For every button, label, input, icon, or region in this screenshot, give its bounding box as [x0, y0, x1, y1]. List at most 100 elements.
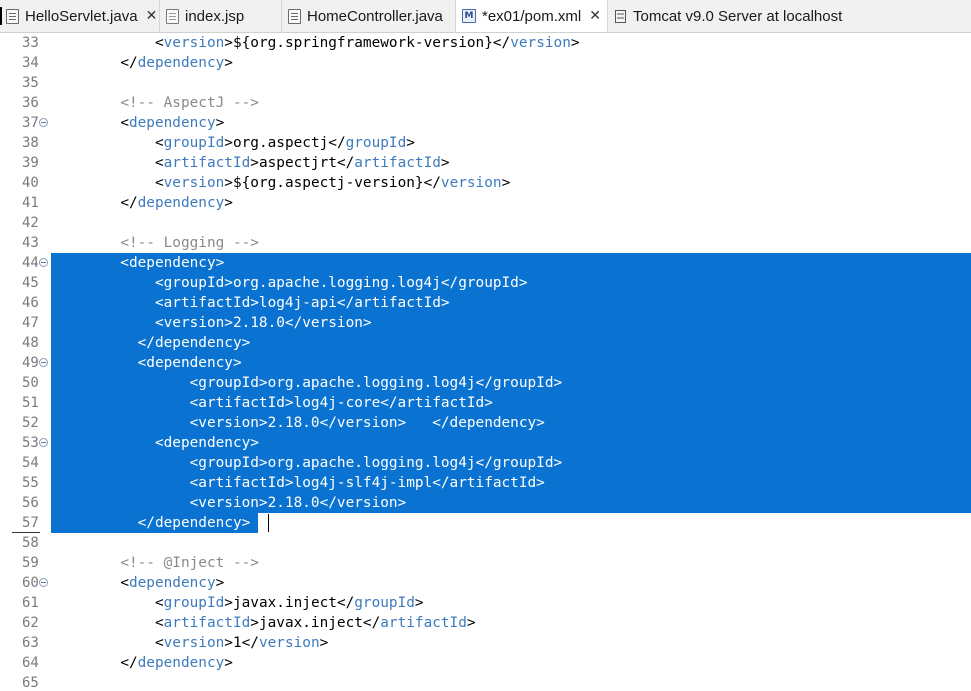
code-line[interactable]: 62 <artifactId>javax.inject</artifactId>	[0, 613, 971, 633]
code-text: <groupId>org.apache.logging.log4j</group…	[51, 275, 528, 291]
xml-source-editor[interactable]: 33 <version>${org.springframework-versio…	[0, 33, 971, 691]
code-text: <version>2.18.0</version>	[51, 315, 372, 331]
code-line[interactable]: 58	[0, 533, 971, 553]
line-gutter: 35	[0, 73, 51, 93]
line-number: 43	[22, 235, 39, 251]
code-line[interactable]: 59 <!-- @Inject -->	[0, 553, 971, 573]
line-gutter: 38	[0, 133, 51, 153]
code-line[interactable]: 65	[0, 673, 971, 691]
fold-collapse-icon[interactable]	[39, 118, 48, 127]
line-gutter: 41	[0, 193, 51, 213]
line-number: 45	[22, 275, 39, 291]
code-line[interactable]: 60 <dependency>	[0, 573, 971, 593]
line-gutter: 63	[0, 633, 51, 653]
code-line[interactable]: 53 <dependency>	[0, 433, 971, 453]
tab-label: HomeController.java	[307, 7, 443, 25]
code-text: </dependency>	[51, 335, 251, 351]
line-gutter: 39	[0, 153, 51, 173]
line-number: 35	[22, 75, 39, 91]
line-gutter: 37	[0, 113, 51, 133]
fold-collapse-icon[interactable]	[39, 258, 48, 267]
line-number: 47	[22, 315, 39, 331]
code-text: <version>${org.aspectj-version}</version…	[154, 175, 511, 191]
line-number: 40	[22, 175, 39, 191]
code-line[interactable]: 64 </dependency>	[0, 653, 971, 673]
line-number: 38	[22, 135, 39, 151]
line-gutter: 36	[0, 93, 51, 113]
code-line[interactable]: 44 <dependency>	[0, 253, 971, 273]
code-line[interactable]: 54 <groupId>org.apache.logging.log4j</gr…	[0, 453, 971, 473]
code-line[interactable]: 56 <version>2.18.0</version>	[0, 493, 971, 513]
code-text: <artifactId>log4j-core</artifactId>	[51, 395, 493, 411]
code-line[interactable]: 39 <artifactId>aspectjrt</artifactId>	[0, 153, 971, 173]
jsp-file-icon	[166, 8, 179, 24]
code-line[interactable]: 50 <groupId>org.apache.logging.log4j</gr…	[0, 373, 971, 393]
code-text: <groupId>javax.inject</groupId>	[154, 595, 424, 611]
code-text: <groupId>org.aspectj</groupId>	[154, 135, 415, 151]
code-line[interactable]: 37 <dependency>	[0, 113, 971, 133]
code-line[interactable]: 52 <version>2.18.0</version> </dependenc…	[0, 413, 971, 433]
line-gutter: 57	[0, 513, 51, 533]
line-number: 64	[22, 655, 39, 671]
line-gutter: 47	[0, 313, 51, 333]
code-text: <version>2.18.0</version>	[51, 495, 407, 511]
line-gutter: 44	[0, 253, 51, 273]
line-number: 57	[22, 515, 39, 531]
close-icon[interactable]: ✕	[146, 8, 158, 24]
line-gutter: 54	[0, 453, 51, 473]
line-number: 54	[22, 455, 39, 471]
code-line[interactable]: 61 <groupId>javax.inject</groupId>	[0, 593, 971, 613]
code-line[interactable]: 51 <artifactId>log4j-core</artifactId>	[0, 393, 971, 413]
code-line[interactable]: 33 <version>${org.springframework-versio…	[0, 33, 971, 53]
line-number: 41	[22, 195, 39, 211]
line-gutter: 62	[0, 613, 51, 633]
tab-pom-xml[interactable]: M *ex01/pom.xml ✕	[456, 0, 608, 32]
code-line[interactable]: 43 <!-- Logging -->	[0, 233, 971, 253]
code-text: <version>1</version>	[154, 635, 329, 651]
server-icon	[614, 9, 627, 24]
fold-collapse-icon[interactable]	[39, 578, 48, 587]
line-gutter: 58	[0, 533, 51, 553]
code-line[interactable]: 49 <dependency>	[0, 353, 971, 373]
line-gutter: 53	[0, 433, 51, 453]
fold-collapse-icon[interactable]	[39, 438, 48, 447]
close-icon[interactable]: ✕	[589, 8, 601, 24]
line-number: 42	[22, 215, 39, 231]
code-line[interactable]: 36 <!-- AspectJ -->	[0, 93, 971, 113]
tab-tomcat-server[interactable]: Tomcat v9.0 Server at localhost	[608, 0, 971, 32]
code-line[interactable]: 35	[0, 73, 971, 93]
line-number: 56	[22, 495, 39, 511]
code-text: <version>${org.springframework-version}<…	[154, 35, 580, 51]
line-gutter: 65	[0, 673, 51, 691]
code-line[interactable]: 42	[0, 213, 971, 233]
code-line[interactable]: 38 <groupId>org.aspectj</groupId>	[0, 133, 971, 153]
code-text: <artifactId>aspectjrt</artifactId>	[154, 155, 450, 171]
line-gutter: 42	[0, 213, 51, 233]
fold-collapse-icon[interactable]	[39, 358, 48, 367]
code-line[interactable]: 55 <artifactId>log4j-slf4j-impl</artifac…	[0, 473, 971, 493]
code-line[interactable]: 63 <version>1</version>	[0, 633, 971, 653]
line-number: 33	[22, 35, 39, 51]
code-line[interactable]: 41 </dependency>	[0, 193, 971, 213]
code-text: <dependency>	[120, 115, 225, 131]
code-line[interactable]: 57 </dependency>	[0, 513, 971, 533]
line-number: 59	[22, 555, 39, 571]
tab-drag-marker	[0, 7, 2, 25]
code-text: </dependency>	[120, 655, 233, 671]
tab-hello-servlet[interactable]: HelloServlet.java ✕	[0, 0, 160, 32]
code-line[interactable]: 47 <version>2.18.0</version>	[0, 313, 971, 333]
line-number: 37	[22, 115, 39, 131]
code-line[interactable]: 34 </dependency>	[0, 53, 971, 73]
code-text: <groupId>org.apache.logging.log4j</group…	[51, 375, 563, 391]
tab-home-controller[interactable]: HomeController.java	[282, 0, 456, 32]
code-line[interactable]: 46 <artifactId>log4j-api</artifactId>	[0, 293, 971, 313]
code-text: <dependency>	[51, 435, 259, 451]
code-line[interactable]: 48 </dependency>	[0, 333, 971, 353]
line-number: 48	[22, 335, 39, 351]
line-gutter: 55	[0, 473, 51, 493]
code-line[interactable]: 45 <groupId>org.apache.logging.log4j</gr…	[0, 273, 971, 293]
text-caret	[268, 514, 269, 532]
code-line[interactable]: 40 <version>${org.aspectj-version}</vers…	[0, 173, 971, 193]
tab-index-jsp[interactable]: index.jsp	[160, 0, 282, 32]
java-file-icon	[6, 8, 19, 24]
